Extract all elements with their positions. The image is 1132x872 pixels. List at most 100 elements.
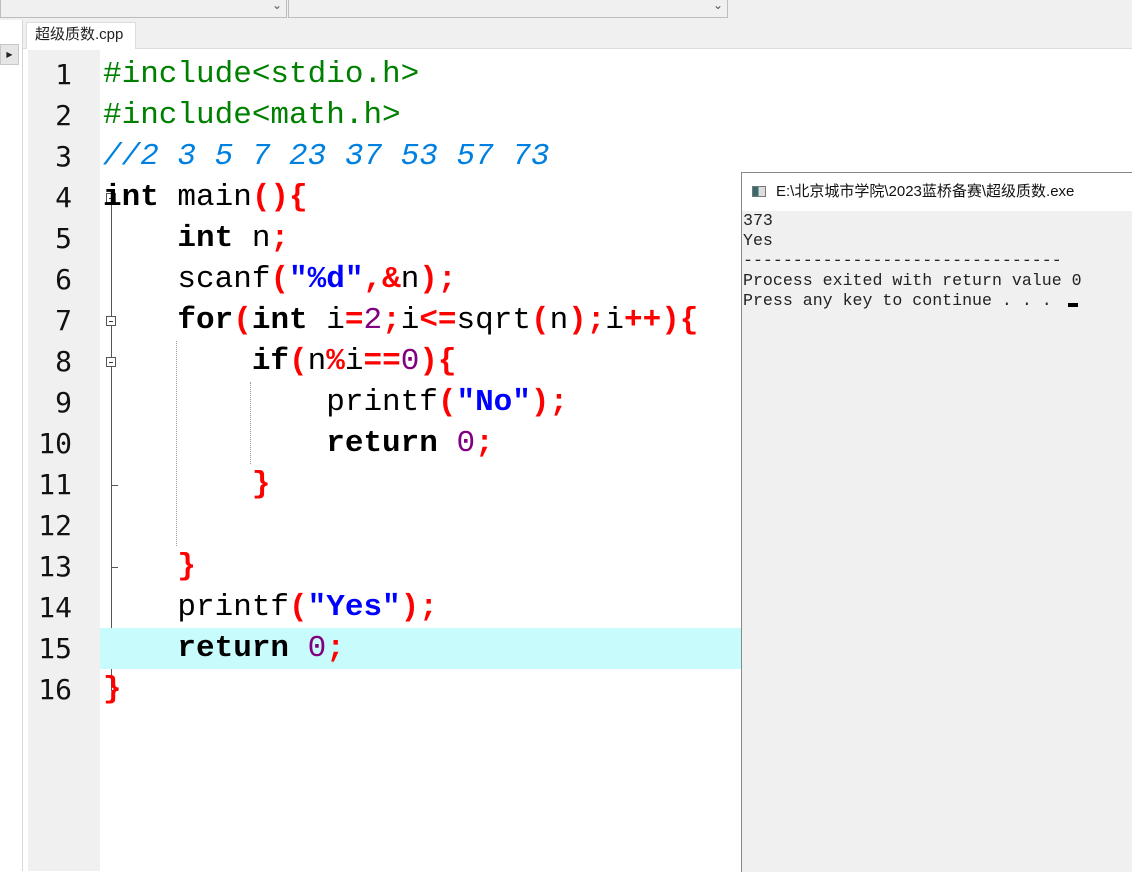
string-token: "No" xyxy=(456,385,531,420)
code-line-text: if(n%i==0){ xyxy=(103,341,457,382)
scroll-right-button[interactable]: ▶ xyxy=(0,44,19,65)
console-output: 373 Yes --------------------------------… xyxy=(742,211,1132,311)
tab-label: 超级质数.cpp xyxy=(35,26,124,43)
preprocessor-token: #include<math.h> xyxy=(103,98,401,133)
line-number: 6 xyxy=(55,263,72,296)
symbol-token: == xyxy=(363,344,401,379)
console-line: Press any key to continue . . . xyxy=(743,291,1132,311)
tab-source-file[interactable]: 超级质数.cpp xyxy=(26,22,136,49)
identifier-token: printf xyxy=(103,590,290,625)
symbol-token: ( xyxy=(530,303,550,338)
symbol-token: ); xyxy=(568,303,606,338)
code-line-text: return 0; xyxy=(103,423,494,464)
console-line: Yes xyxy=(743,231,1132,251)
identifier-token: i xyxy=(307,303,345,338)
code-line-text: #include<stdio.h> xyxy=(103,54,419,95)
identifier-token xyxy=(103,467,252,502)
line-number: 1 xyxy=(55,58,72,91)
identifier-token: n xyxy=(400,262,420,297)
symbol-token: ; xyxy=(475,426,494,461)
symbol-token: ( xyxy=(233,303,252,338)
symbol-token: ; xyxy=(382,303,401,338)
number-token: 0 xyxy=(307,631,327,666)
symbol-token: ){ xyxy=(419,344,457,379)
console-line: Process exited with return value 0 xyxy=(743,271,1132,291)
code-line[interactable]: #include<stdio.h> xyxy=(100,54,1132,95)
identifier-token xyxy=(103,221,177,256)
line-number: 5 xyxy=(55,222,72,255)
console-window[interactable]: E:\北京城市学院\2023蓝桥备赛\超级质数.exe 373 Yes ----… xyxy=(741,172,1132,872)
symbol-token: <= xyxy=(419,303,457,338)
keyword-token: return xyxy=(177,631,290,666)
identifier-token: n xyxy=(549,303,569,338)
symbol-token: ( xyxy=(289,590,308,625)
code-line-text: } xyxy=(103,546,196,587)
console-title: E:\北京城市学院\2023蓝桥备赛\超级质数.exe xyxy=(776,183,1075,200)
code-line-text: int main(){ xyxy=(103,177,308,218)
line-number: 12 xyxy=(38,509,72,542)
symbol-token: ( xyxy=(289,344,308,379)
symbol-token: } xyxy=(251,467,271,502)
line-number: 4 xyxy=(55,181,72,214)
line-number: 14 xyxy=(38,591,72,624)
code-line-text: printf("No"); xyxy=(103,382,568,423)
symbol-token: ); xyxy=(400,590,438,625)
console-text: Process exited with return value 0 xyxy=(743,271,1082,290)
keyword-token: int xyxy=(177,221,234,256)
code-line-text: //2 3 5 7 23 37 53 57 73 xyxy=(103,136,549,177)
code-line-text: return 0; xyxy=(103,628,344,669)
function-dropdown[interactable]: ⌄ xyxy=(288,0,728,18)
code-line-text: for(int i=2;i<=sqrt(n);i++){ xyxy=(103,300,698,341)
line-number: 15 xyxy=(38,632,72,665)
code-line[interactable]: //2 3 5 7 23 37 53 57 73 xyxy=(100,136,1132,177)
keyword-token: int xyxy=(251,303,308,338)
identifier-token: main xyxy=(158,180,252,215)
console-separator: -------------------------------- xyxy=(743,251,1062,270)
identifier-token xyxy=(103,303,177,338)
console-titlebar: E:\北京城市学院\2023蓝桥备赛\超级质数.exe xyxy=(742,173,1132,211)
symbol-token: ; xyxy=(270,221,290,256)
keyword-token: if xyxy=(251,344,290,379)
code-line-text: } xyxy=(103,464,271,505)
text-cursor xyxy=(1067,303,1078,307)
identifier-token: i xyxy=(344,344,364,379)
code-line-text: #include<math.h> xyxy=(103,95,401,136)
symbol-token: ( xyxy=(437,385,457,420)
code-line[interactable]: #include<math.h> xyxy=(100,95,1132,136)
chevron-down-icon: ⌄ xyxy=(712,0,723,12)
toolbar: ⌄ ⌄ xyxy=(0,0,1132,20)
console-text: Press any key to continue . . . xyxy=(743,291,1062,310)
line-number: 7 xyxy=(55,304,72,337)
symbol-token: } xyxy=(177,549,197,584)
number-token: 2 xyxy=(363,303,383,338)
line-number: 9 xyxy=(55,386,72,419)
console-text: 373 xyxy=(743,211,773,230)
symbol-token: (){ xyxy=(251,180,308,215)
identifier-token: printf xyxy=(103,385,438,420)
identifier-token: i xyxy=(400,303,420,338)
symbol-token: ,& xyxy=(363,262,401,297)
line-number: 8 xyxy=(55,345,72,378)
project-panel: ▶ xyxy=(0,20,23,871)
symbol-token: ( xyxy=(270,262,290,297)
symbol-token: ); xyxy=(419,262,457,297)
identifier-token xyxy=(289,631,308,666)
console-text: Yes xyxy=(743,231,773,250)
code-line-text: } xyxy=(103,669,122,710)
keyword-token: for xyxy=(177,303,234,338)
identifier-token: scanf xyxy=(103,262,271,297)
line-number: 13 xyxy=(38,550,72,583)
symbol-token: ++){ xyxy=(624,303,699,338)
identifier-token xyxy=(103,344,252,379)
string-token: "%d" xyxy=(289,262,364,297)
editor-tabs: 超级质数.cpp xyxy=(23,20,1132,49)
line-number: 11 xyxy=(38,468,72,501)
chevron-down-icon: ⌄ xyxy=(271,0,282,12)
symbol-token: = xyxy=(344,303,364,338)
identifier-token xyxy=(103,549,177,584)
scope-dropdown[interactable]: ⌄ xyxy=(0,0,287,18)
identifier-token xyxy=(103,631,177,666)
line-number: 2 xyxy=(55,99,72,132)
preprocessor-token: #include<stdio.h> xyxy=(103,57,420,92)
code-line-text: int n; xyxy=(103,218,289,259)
